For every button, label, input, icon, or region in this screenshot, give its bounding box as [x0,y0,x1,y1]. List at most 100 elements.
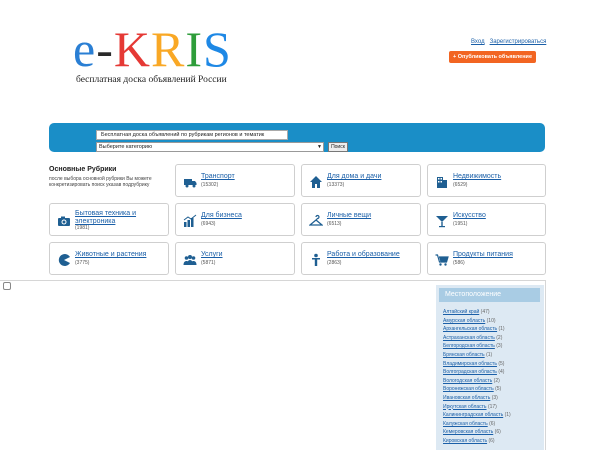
location-item[interactable]: Волгоградская область (4) [443,368,511,377]
location-count: (5) [498,360,505,367]
location-item[interactable]: Калининградская область (1) [443,411,511,420]
category-count: (3775) [75,260,90,266]
location-count: (10) [486,317,496,324]
category-tile-transport[interactable]: Транспорт (15302) [175,164,295,197]
register-link[interactable]: Зарегистрироваться [490,39,547,45]
logo-letter: K [113,21,151,77]
category-link[interactable]: Продукты питания [453,251,543,259]
location-item[interactable]: Владимирская область (5) [443,360,511,369]
location-item[interactable]: Алтайский край (47) [443,308,511,317]
category-link[interactable]: Для дома и дачи [327,173,417,181]
rubrics-title: Основные Рубрики [49,166,117,173]
location-count: (6) [494,429,501,436]
location-item[interactable]: Архангельская область (1) [443,325,511,334]
location-link[interactable]: Калининградская область [443,412,503,418]
hanger-icon [309,214,323,226]
location-item[interactable]: Кировская область (6) [443,437,511,446]
location-count: (47) [480,309,490,315]
person-icon [312,253,320,266]
location-item[interactable]: Ивановская область (3) [443,394,511,403]
location-link[interactable]: Владимирская область [443,361,497,367]
category-count: (2863) [327,260,342,266]
checkbox[interactable] [3,282,11,290]
category-tile-jobs[interactable]: Работа и образование (2863) [301,242,421,275]
category-tile-animals[interactable]: Животные и растения (3775) [49,242,169,275]
category-link[interactable]: Для бизнеса [201,212,291,220]
category-count: (5871) [201,260,216,266]
category-link[interactable]: Услуги [201,251,291,259]
category-tile-home[interactable]: Для дома и дачи (13373) [301,164,421,197]
location-link[interactable]: Воронежская область [443,386,494,392]
category-count: (586) [453,260,465,266]
location-link[interactable]: Брянская область [443,352,485,358]
location-item[interactable]: Вологодская область (2) [443,377,511,386]
logo-letter: R [150,21,186,77]
location-link[interactable]: Вологодская область [443,378,492,384]
category-select[interactable]: Выберите категорию ▼ [96,142,324,152]
location-link[interactable]: Ивановская область [443,395,490,401]
category-count: (15302) [201,182,219,188]
location-item[interactable]: Калужская область (6) [443,420,511,429]
location-list: Алтайский край (47) Амурская область (10)… [443,308,511,446]
location-count: (5) [495,386,502,393]
category-tile-electronics[interactable]: Бытовая техника и электроника (1981) [49,203,169,236]
location-link[interactable]: Волгоградская область [443,369,497,375]
publish-ad-button[interactable]: + Опубликовать объявление [449,51,536,63]
location-item[interactable]: Кемеровская область (6) [443,428,511,437]
logo-letter: S [202,21,232,77]
chart-icon [183,214,197,227]
category-link[interactable]: Работа и образование [327,251,417,259]
location-link[interactable]: Астраханская область [443,335,495,341]
site-logo[interactable]: e-KRIS [73,24,232,74]
truck-icon [184,179,197,188]
location-item[interactable]: Астраханская область (2) [443,334,511,343]
category-link[interactable]: Недвижимость [453,173,543,181]
camera-icon [58,216,70,226]
location-count: (1) [498,326,505,333]
location-count: (1) [486,351,493,358]
location-item[interactable]: Брянская область (1) [443,351,511,360]
location-count: (4) [498,369,505,376]
category-tile-art[interactable]: Искусство (1951) [427,203,546,236]
location-link[interactable]: Калужская область [443,421,488,427]
location-item[interactable]: Иркутская область (17) [443,403,511,412]
location-link[interactable]: Алтайский край [443,309,479,315]
location-count: (2) [496,334,503,341]
location-link[interactable]: Амурская область [443,318,485,324]
auth-links: Вход Зарегистрироваться [471,39,551,45]
chevron-down-icon: ▼ [317,144,322,150]
location-link[interactable]: Белгородская область [443,343,495,349]
category-count: (13373) [327,182,345,188]
category-tile-food[interactable]: Продукты питания (586) [427,242,546,275]
category-tile-personal[interactable]: Личные вещи (6513) [301,203,421,236]
location-link[interactable]: Кировская область [443,438,487,444]
category-tile-business[interactable]: Для бизнеса (6943) [175,203,295,236]
category-link[interactable]: Личные вещи [327,212,417,220]
section-divider [0,280,545,281]
location-count: (1) [504,412,511,419]
category-count: (6943) [201,221,216,227]
location-count: (3) [491,394,498,401]
location-link[interactable]: Иркутская область [443,404,487,410]
location-item[interactable]: Белгородская область (3) [443,342,511,351]
section-divider-vertical [545,280,546,450]
location-link[interactable]: Кемеровская область [443,429,493,435]
location-link[interactable]: Архангельская область [443,326,497,332]
location-count: (2) [493,377,500,384]
location-count: (6) [488,437,495,444]
cart-icon [435,254,449,266]
location-count: (3) [496,343,503,350]
search-input[interactable]: Бесплатная доска объявлений по рубрикам … [96,130,288,140]
category-select-value: Выберите категорию [99,144,153,150]
search-button[interactable]: Поиск [328,142,348,152]
location-item[interactable]: Амурская область (10) [443,317,511,326]
category-link[interactable]: Животные и растения [75,251,165,259]
category-link[interactable]: Искусство [453,212,543,220]
category-link[interactable]: Бытовая техника и электроника [75,210,165,226]
category-tile-realty[interactable]: Недвижимость (6529) [427,164,546,197]
login-link[interactable]: Вход [471,39,485,45]
location-item[interactable]: Воронежская область (5) [443,385,511,394]
category-tile-services[interactable]: Услуги (5871) [175,242,295,275]
category-link[interactable]: Транспорт [201,173,291,181]
site-tagline: бесплатная доска объявлений России [76,75,227,85]
